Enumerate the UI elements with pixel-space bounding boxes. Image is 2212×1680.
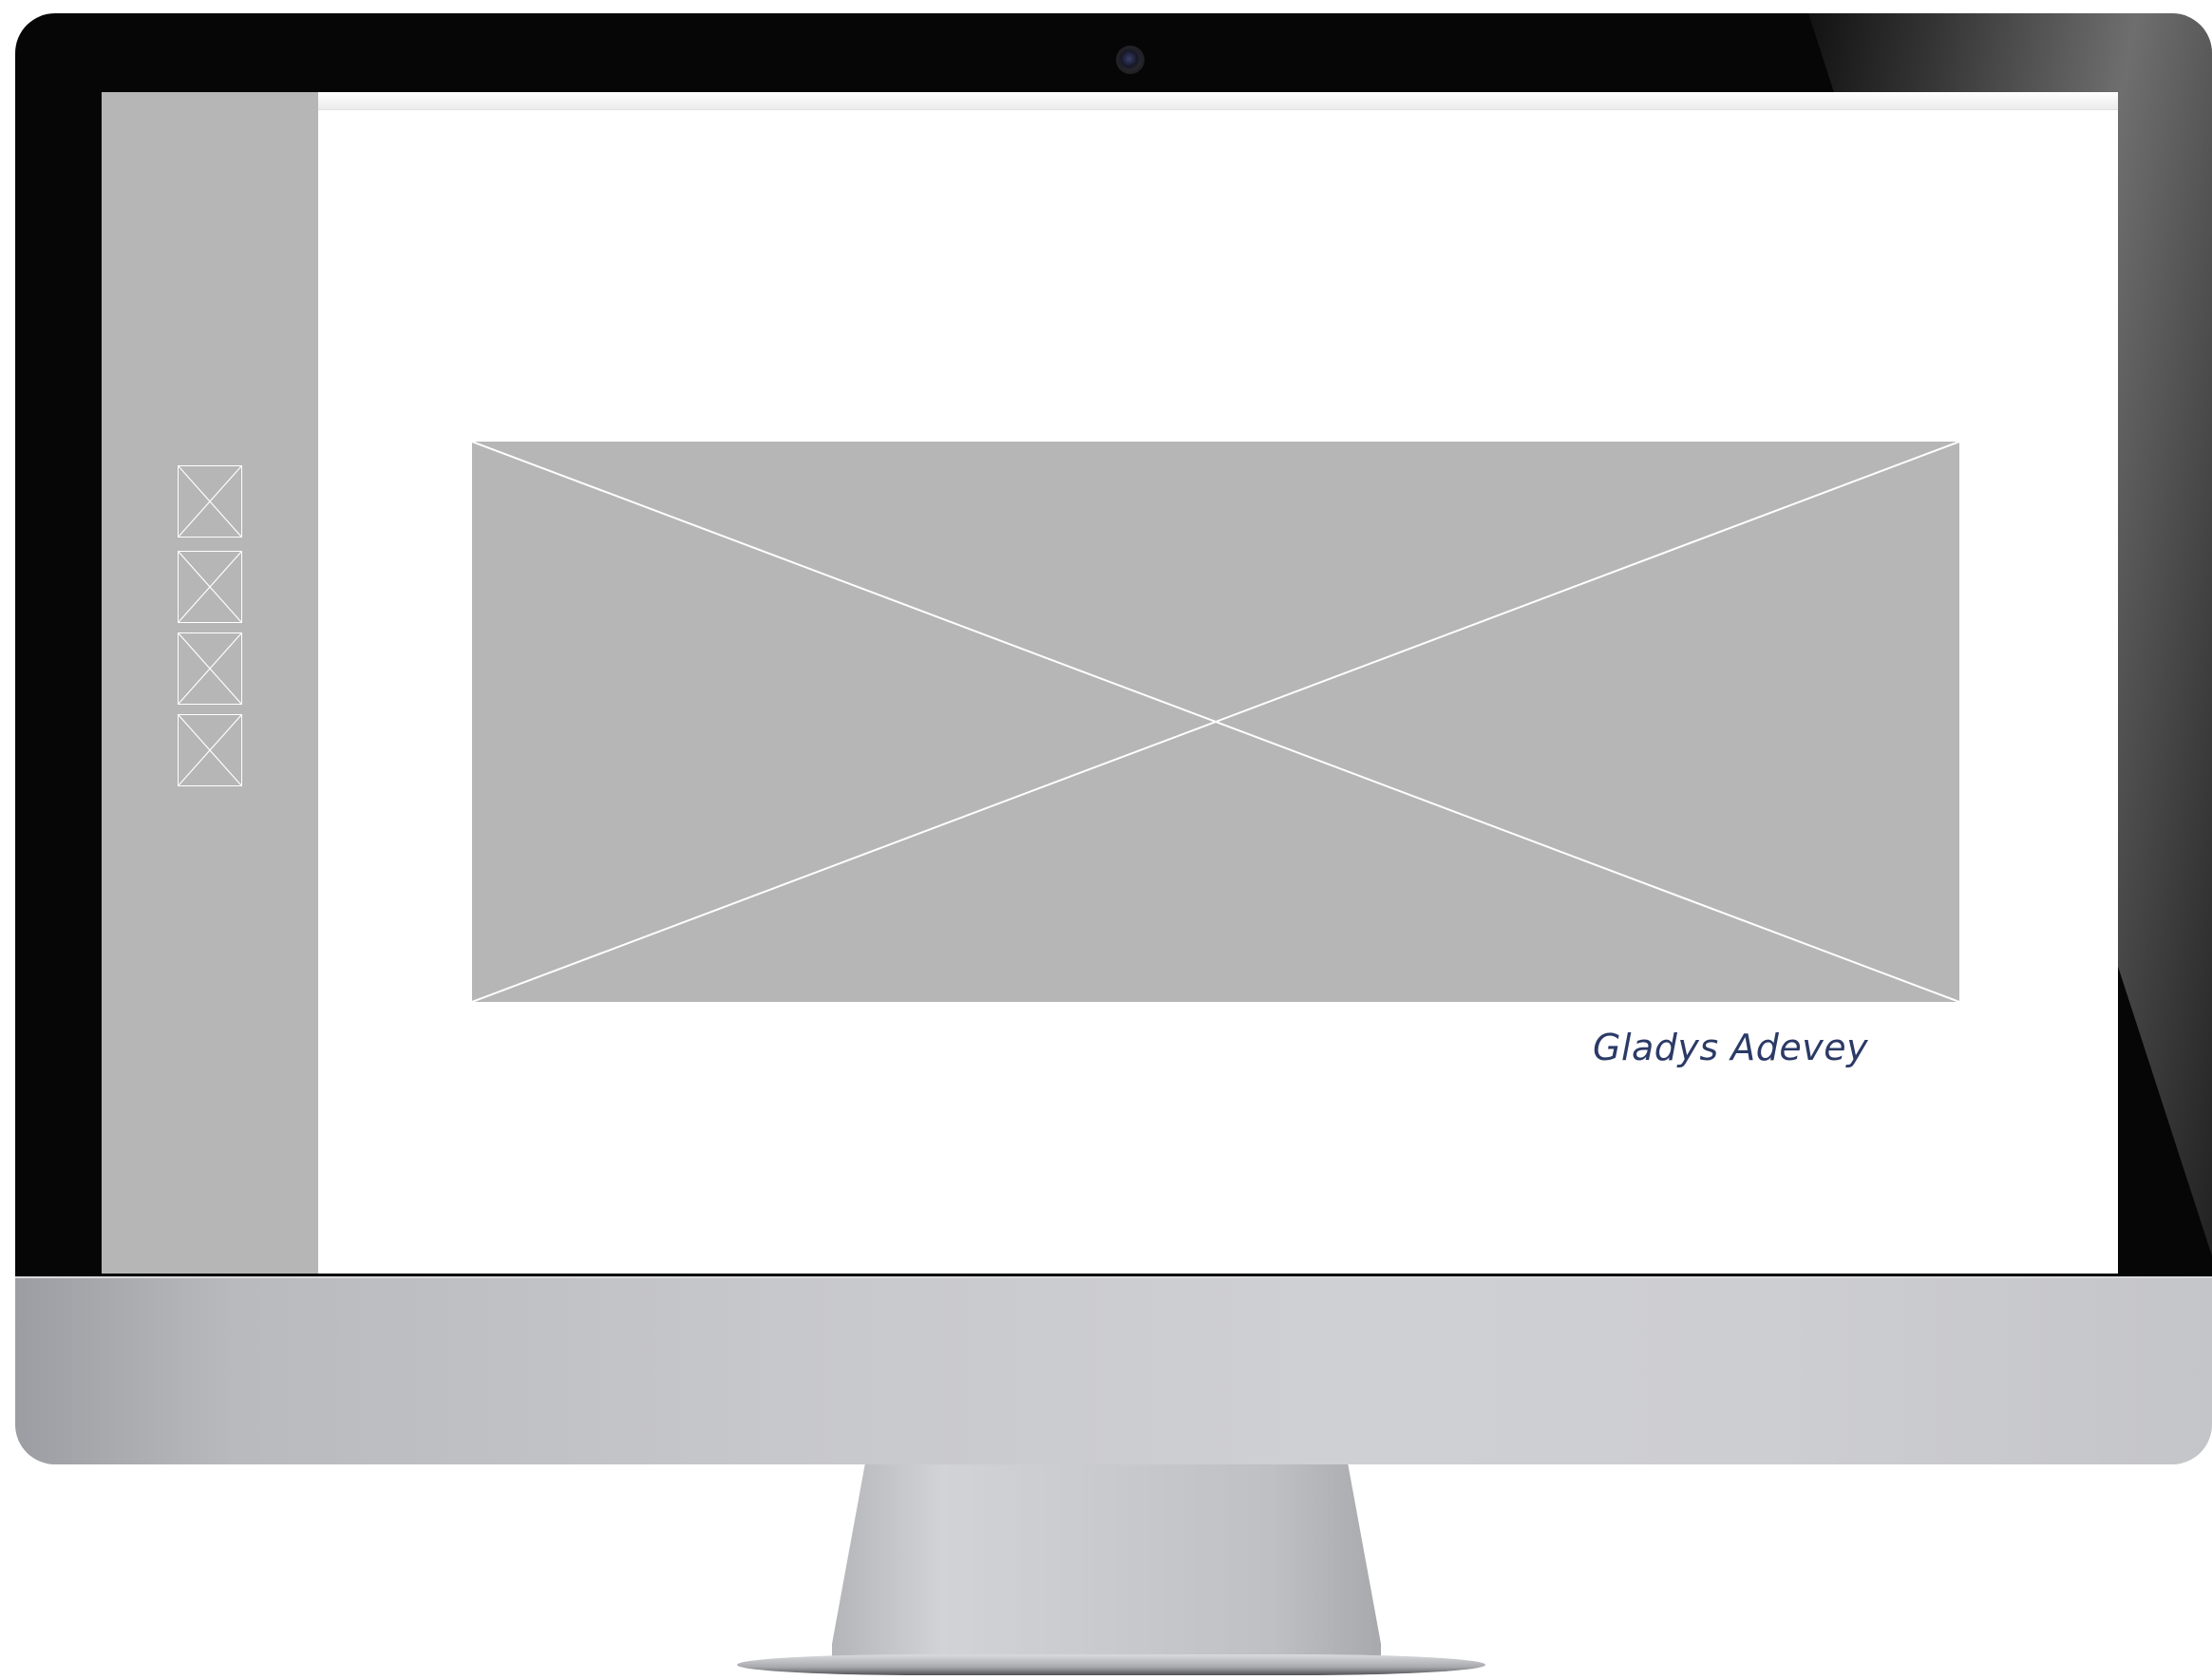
- hero-image-placeholder: [472, 442, 1959, 1002]
- image-placeholder-icon: [179, 633, 241, 704]
- image-placeholder-icon: [179, 552, 241, 622]
- monitor-stand-foot: [737, 1654, 1485, 1675]
- camera-icon: [1119, 48, 1142, 71]
- monitor-chin: [15, 1276, 2212, 1464]
- monitor-mockup: Gladys Adevey: [0, 0, 2212, 1680]
- sidebar-thumbnail-4[interactable]: [178, 714, 242, 786]
- screen-top-bar: [102, 92, 2118, 110]
- author-caption: Gladys Adevey: [1593, 1027, 1869, 1068]
- sidebar-thumbnail-3[interactable]: [178, 632, 242, 705]
- monitor-stand-neck: [832, 1464, 1381, 1664]
- image-placeholder-icon: [179, 715, 241, 785]
- sidebar-thumbnail-2[interactable]: [178, 551, 242, 623]
- sidebar-thumbnail-1[interactable]: [178, 465, 242, 538]
- image-placeholder-icon: [472, 442, 1959, 1002]
- screen: Gladys Adevey: [102, 92, 2118, 1274]
- sidebar: [102, 92, 318, 1274]
- image-placeholder-icon: [179, 466, 241, 537]
